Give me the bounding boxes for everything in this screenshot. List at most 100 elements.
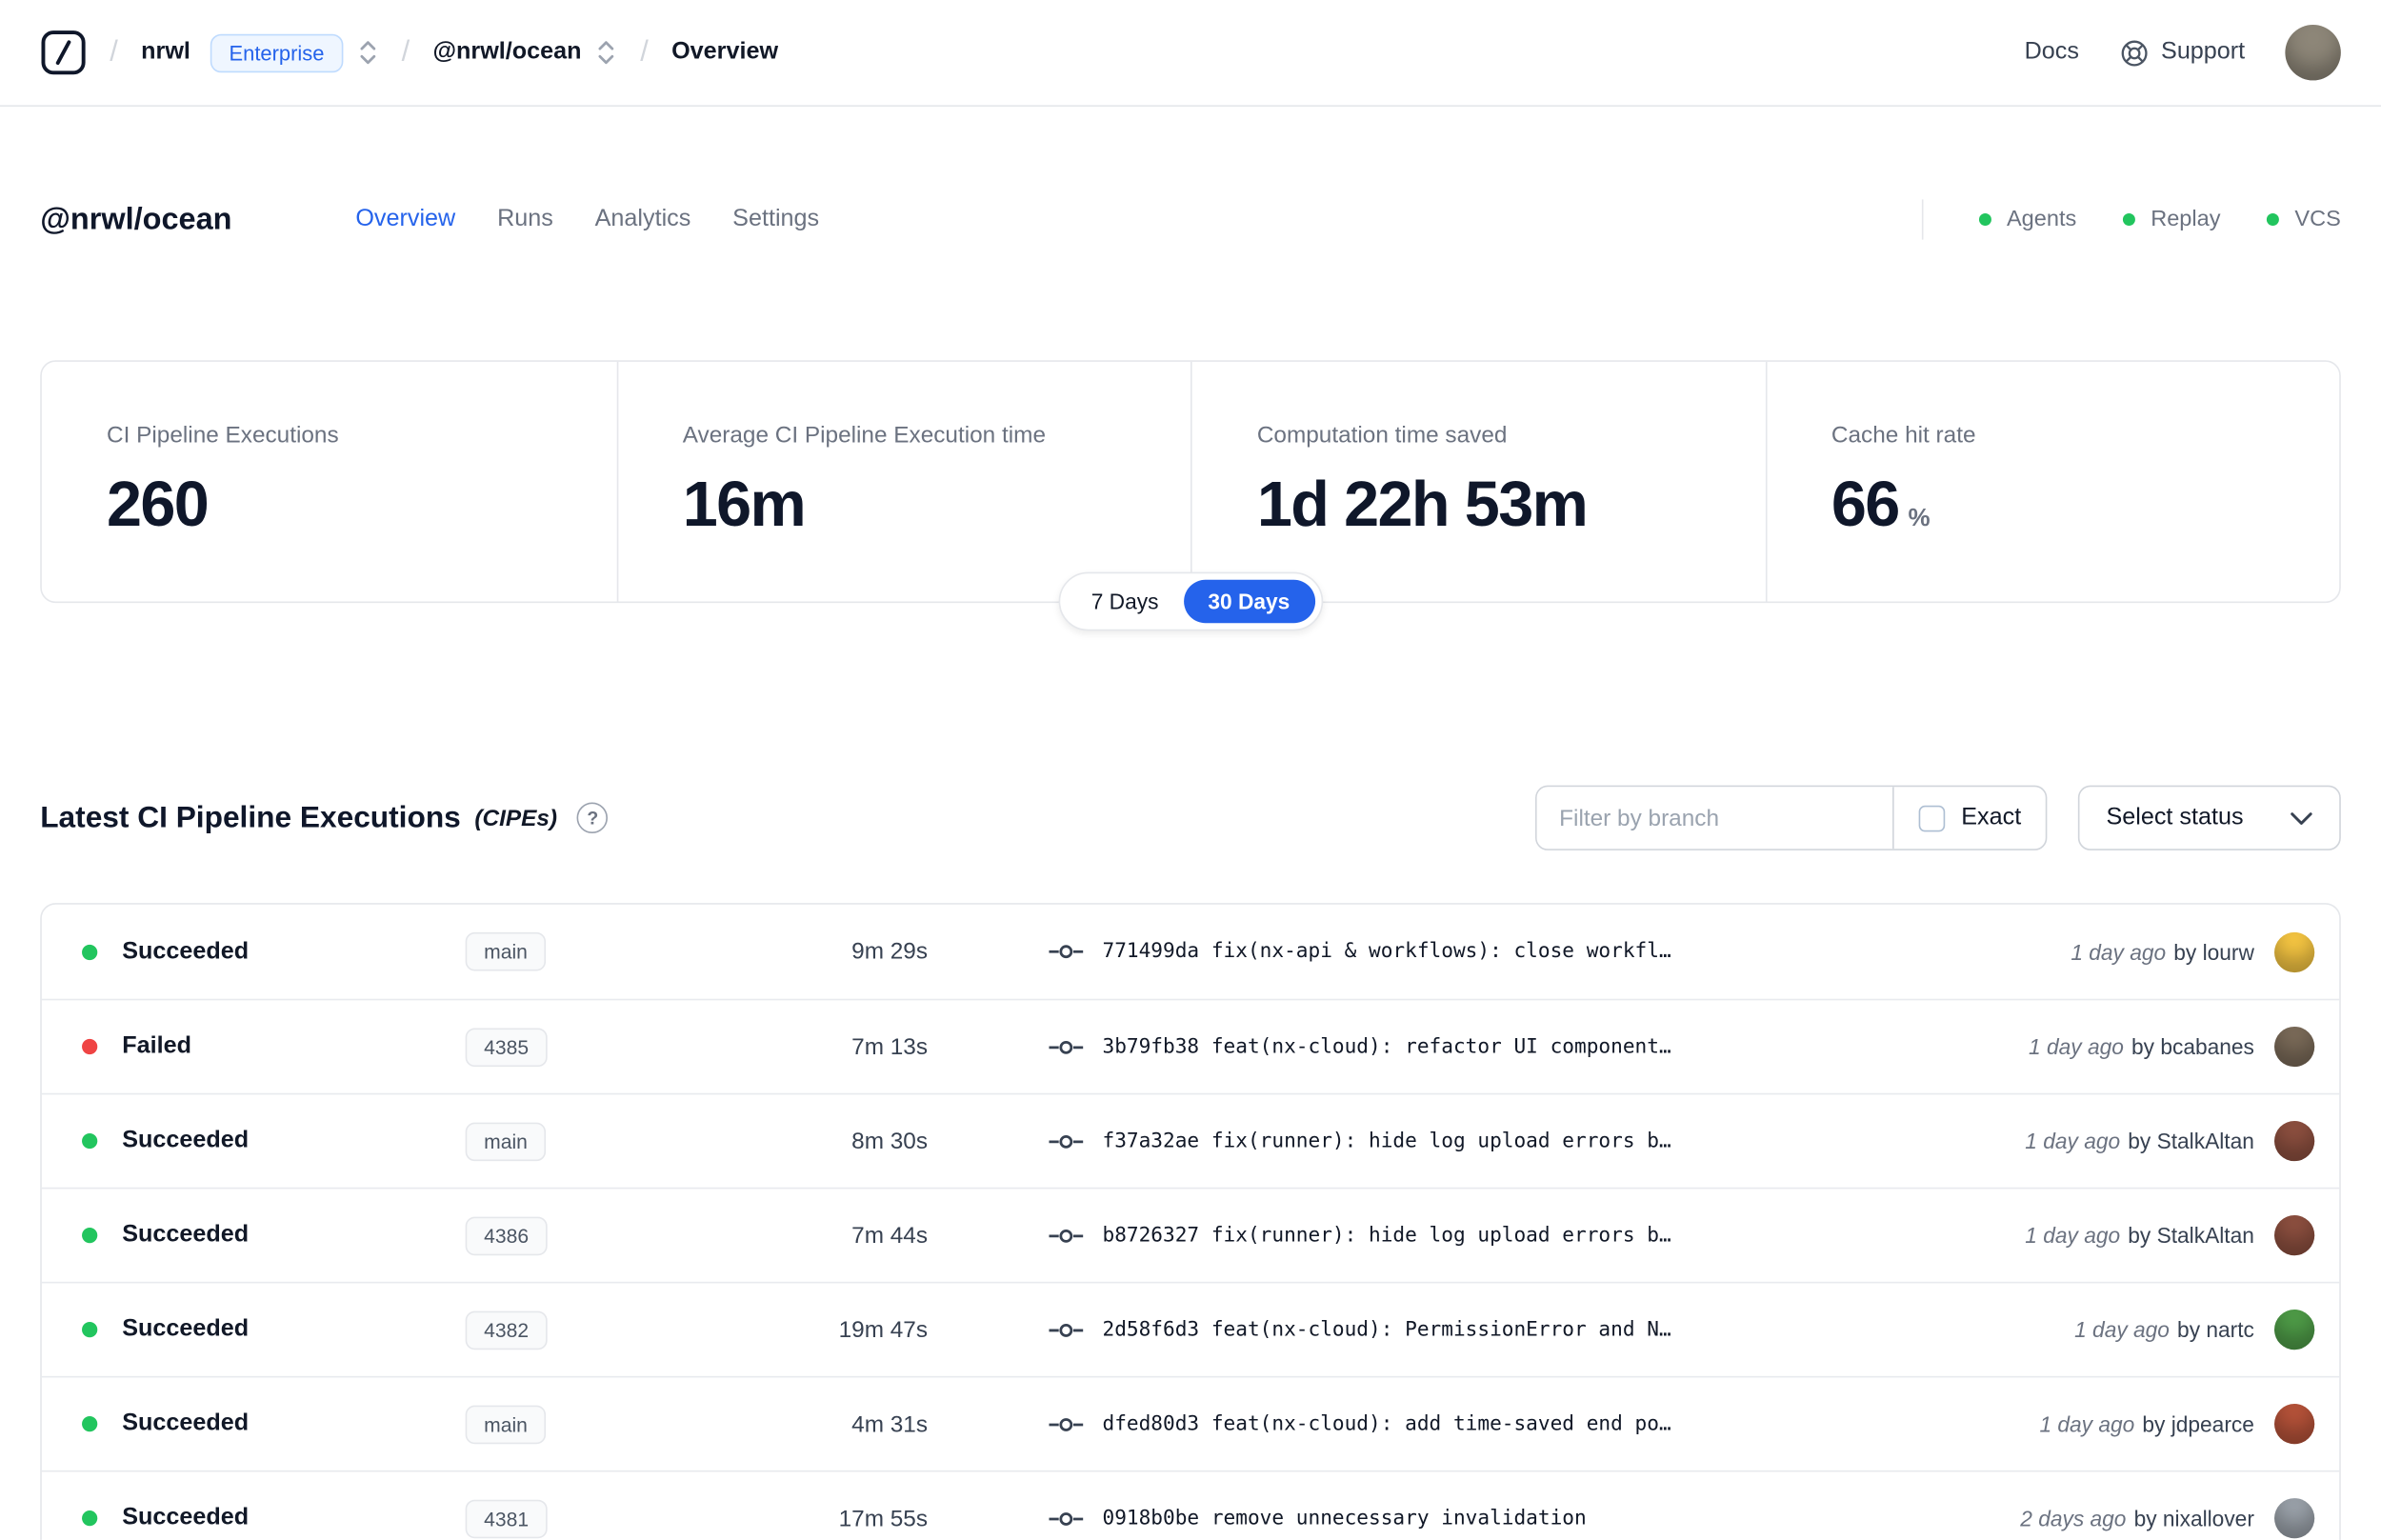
- branch-badge[interactable]: 4386: [465, 1215, 548, 1255]
- commit-message[interactable]: dfed80d3 feat(nx-cloud): add time-saved …: [1102, 1412, 2014, 1435]
- author: by StalkAltan: [2128, 1129, 2254, 1154]
- stat-label: Computation time saved: [1256, 422, 1508, 449]
- stat-value: 16m: [682, 468, 807, 540]
- workspace-header: @nrwl/ocean Overview Runs Analytics Setting…: [40, 199, 2341, 240]
- branch-badge[interactable]: 4381: [465, 1498, 548, 1538]
- tab-overview[interactable]: Overview: [355, 206, 455, 233]
- tab-analytics[interactable]: Analytics: [595, 206, 691, 233]
- commit-message[interactable]: 771499da fix(nx-api & workflows): close …: [1102, 940, 2046, 963]
- exact-toggle[interactable]: Exact: [1892, 787, 2046, 850]
- stat-value: 1d 22h 53m: [1256, 468, 1589, 540]
- org-selector-icon[interactable]: [356, 39, 378, 67]
- row-meta: 1 day ago by bcabanes: [2029, 1034, 2254, 1059]
- author-avatar[interactable]: [2274, 1310, 2315, 1350]
- status-item-vcs[interactable]: VCS: [2267, 208, 2341, 232]
- navbar-links: Docs Support: [2025, 24, 2341, 81]
- status-dot-icon: [82, 1038, 98, 1055]
- row-meta: 1 day ago by StalkAltan: [2025, 1129, 2254, 1153]
- status-dot-icon: [82, 1322, 98, 1338]
- branch-badge[interactable]: 4382: [465, 1310, 548, 1350]
- table-row[interactable]: Succeeded 4381 17m 55s 0918b0be remove u…: [41, 1470, 2340, 1540]
- status-label: Succeeded: [122, 1315, 250, 1343]
- status-label: Succeeded: [122, 1127, 250, 1154]
- docs-link[interactable]: Docs: [2025, 39, 2079, 67]
- duration: 7m 13s: [851, 1033, 929, 1060]
- time-ago: 2 days ago: [2020, 1506, 2127, 1531]
- commit-message[interactable]: 0918b0be remove unnecessary invalidation: [1102, 1507, 1995, 1530]
- stat-value-row: 16m: [683, 449, 1126, 541]
- tab-settings[interactable]: Settings: [732, 206, 819, 233]
- branch-badge[interactable]: main: [465, 1404, 547, 1444]
- breadcrumb-org[interactable]: nrwl: [141, 39, 190, 67]
- author: by StalkAltan: [2128, 1223, 2254, 1249]
- stat-label: CI Pipeline Executions: [107, 422, 339, 449]
- status-item-replay[interactable]: Replay: [2122, 208, 2220, 232]
- tabs: Overview Runs Analytics Settings: [355, 206, 819, 233]
- author-avatar[interactable]: [2274, 931, 2315, 972]
- table-row[interactable]: Succeeded 4386 7m 44s b8726327 fix(runne…: [41, 1187, 2340, 1282]
- user-avatar[interactable]: [2285, 24, 2341, 81]
- branch-filter-group: Exact: [1535, 785, 2048, 850]
- duration: 4m 31s: [851, 1410, 929, 1437]
- status-label: Succeeded: [122, 1221, 250, 1249]
- branch-column: main: [465, 1404, 775, 1444]
- stat-value-row: 1d 22h 53m: [1257, 449, 1700, 541]
- stats-section: CI Pipeline Executions 260 Average CI Pi…: [40, 360, 2341, 631]
- support-link[interactable]: Support: [2119, 38, 2245, 68]
- commit-message[interactable]: f37a32ae fix(runner): hide log upload er…: [1102, 1130, 2000, 1152]
- author: by nixallover: [2133, 1506, 2254, 1531]
- commit-message[interactable]: 2d58f6d3 feat(nx-cloud): PermissionError…: [1102, 1318, 2050, 1341]
- commit-message[interactable]: b8726327 fix(runner): hide log upload er…: [1102, 1224, 2000, 1247]
- time-ago: 1 day ago: [2039, 1411, 2135, 1437]
- stat-card: CI Pipeline Executions 260: [42, 362, 616, 602]
- workspace-selector-icon[interactable]: [595, 39, 617, 67]
- author-avatar[interactable]: [2274, 1120, 2315, 1162]
- help-icon[interactable]: ?: [577, 802, 609, 834]
- time-ago: 1 day ago: [2071, 939, 2167, 965]
- author-avatar[interactable]: [2274, 1214, 2315, 1256]
- cipes-subtitle: (CIPEs): [474, 804, 557, 831]
- branch-badge[interactable]: 4385: [465, 1027, 548, 1067]
- enterprise-badge: Enterprise: [210, 32, 343, 72]
- tab-runs[interactable]: Runs: [497, 206, 553, 233]
- commit-icon: [1049, 1320, 1084, 1340]
- green-dot-icon: [1978, 213, 1991, 227]
- status-item-label: VCS: [2294, 207, 2341, 232]
- range-option-7-days[interactable]: 7 Days: [1067, 580, 1184, 623]
- green-dot-icon: [2122, 213, 2135, 227]
- range-option-30-days[interactable]: 30 Days: [1183, 579, 1315, 624]
- exact-checkbox[interactable]: [1919, 804, 1947, 831]
- author-avatar[interactable]: [2274, 1498, 2315, 1539]
- table-row[interactable]: Succeeded main 4m 31s dfed80d3 feat(nx-c…: [41, 1375, 2340, 1470]
- main-content: @nrwl/ocean Overview Runs Analytics Setting…: [0, 199, 2381, 1540]
- cipe-table: Succeeded main 9m 29s 771499da fix(nx-ap…: [40, 903, 2341, 1540]
- stat-value-row: 260: [107, 449, 551, 541]
- commit-message[interactable]: 3b79fb38 feat(nx-cloud): refactor UI com…: [1102, 1035, 2004, 1058]
- stat-value: 260: [107, 468, 210, 540]
- branch-badge[interactable]: main: [465, 931, 547, 971]
- breadcrumb-page: Overview: [671, 38, 779, 66]
- time-ago: 1 day ago: [2025, 1223, 2121, 1249]
- row-meta: 1 day ago by jdpearce: [2039, 1411, 2253, 1436]
- author: by jdpearce: [2142, 1411, 2254, 1437]
- breadcrumb-workspace[interactable]: @nrwl/ocean: [433, 39, 582, 67]
- branch-badge[interactable]: main: [465, 1121, 547, 1161]
- table-row[interactable]: Failed 4385 7m 13s 3b79fb38 feat(nx-clou…: [41, 998, 2340, 1093]
- author-avatar[interactable]: [2274, 1404, 2315, 1445]
- status-select[interactable]: Select status: [2078, 785, 2341, 850]
- status-label: Succeeded: [122, 1504, 250, 1531]
- cipes-header: Latest CI Pipeline Executions (CIPEs) ? …: [40, 785, 2341, 850]
- nx-cloud-logo-icon[interactable]: [40, 30, 87, 76]
- branch-column: main: [465, 931, 775, 971]
- duration: 19m 47s: [838, 1316, 929, 1343]
- author: by lourw: [2173, 939, 2254, 965]
- branch-filter-input[interactable]: [1537, 787, 1893, 850]
- status-label: Failed: [122, 1032, 191, 1060]
- author-avatar[interactable]: [2274, 1026, 2315, 1068]
- table-row[interactable]: Succeeded 4382 19m 47s 2d58f6d3 feat(nx-…: [41, 1281, 2340, 1376]
- table-row[interactable]: Succeeded main 9m 29s 771499da fix(nx-ap…: [42, 905, 2339, 999]
- stat-suffix: %: [1908, 505, 1931, 532]
- time-ago: 1 day ago: [2025, 1129, 2121, 1154]
- table-row[interactable]: Succeeded main 8m 30s f37a32ae fix(runne…: [41, 1092, 2340, 1188]
- status-item-agents[interactable]: Agents: [1978, 208, 2076, 232]
